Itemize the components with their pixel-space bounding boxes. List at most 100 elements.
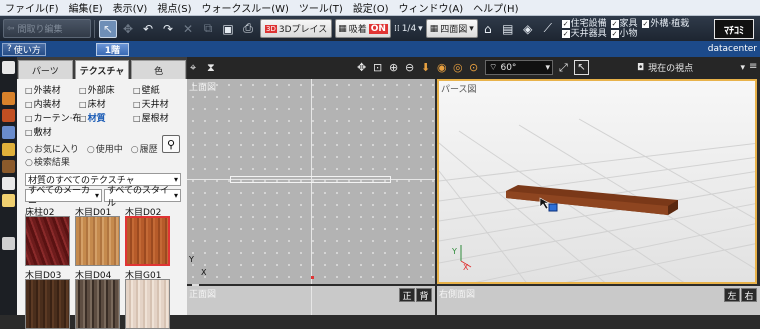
misc-category-icon[interactable]: [2, 194, 15, 207]
left-button[interactable]: 左: [724, 288, 740, 302]
category-item[interactable]: 敷材: [25, 125, 79, 138]
check-ceiling-fixtures[interactable]: 天井器具: [562, 29, 607, 39]
menu-window[interactable]: ウィンドウ(A): [394, 0, 469, 15]
tab-texture[interactable]: テクスチャ: [74, 60, 130, 79]
back-button[interactable]: 背: [416, 288, 432, 302]
texture-thumb[interactable]: 木目D04: [75, 268, 122, 329]
snap-toggle[interactable]: ▦ 吸着 ON: [335, 19, 391, 38]
category-item[interactable]: 壁紙: [133, 83, 187, 96]
furniture-category-icon[interactable]: [2, 126, 15, 139]
radio-favorites[interactable]: お気に入り: [25, 142, 79, 155]
view-layout-select[interactable]: ▦ 四面図 ▾: [425, 19, 478, 38]
menu-settings[interactable]: 設定(O): [348, 0, 394, 15]
radio-in-use[interactable]: 使用中: [87, 142, 123, 155]
check-exterior-plants[interactable]: 外構·植栽: [642, 19, 689, 29]
texture-category-icon[interactable]: [2, 109, 15, 122]
texture-thumb-image: [125, 279, 170, 329]
save-button[interactable]: ▣: [219, 20, 237, 38]
category-list: 外装材 外部床 壁紙 内装材 床材 天井材 カーテン·布 材質 屋根材 敷材: [17, 79, 187, 140]
menu-view[interactable]: 表示(V): [108, 0, 153, 15]
category-item[interactable]: 床材: [79, 97, 133, 110]
search-button[interactable]: ⚲: [162, 135, 180, 153]
menu-tools[interactable]: ツール(T): [294, 0, 348, 15]
render-button[interactable]: ▤: [499, 20, 517, 38]
floor-tab[interactable]: 1階: [95, 42, 130, 56]
menu-icon[interactable]: ≡: [749, 61, 757, 72]
look-icon[interactable]: ⊙: [469, 61, 478, 74]
category-item[interactable]: 屋根材: [133, 111, 187, 124]
material-category-icon[interactable]: [2, 160, 15, 173]
grid-size-select[interactable]: ⁞⁞ 1/4 ▾: [394, 24, 423, 34]
material-button[interactable]: ◈: [519, 20, 537, 38]
category-item-selected[interactable]: 材質: [79, 111, 133, 124]
tab-parts[interactable]: パーツ: [18, 60, 73, 79]
how-to-button[interactable]: ? 使い方: [2, 42, 46, 56]
print-button[interactable]: ⎙: [239, 20, 257, 38]
search-icon: ⚲: [166, 137, 176, 151]
right-button[interactable]: 右: [741, 288, 757, 302]
texture-thumb[interactable]: 床柱02: [25, 205, 72, 266]
menu-file[interactable]: ファイル(F): [0, 0, 64, 15]
category-item[interactable]: 外部床: [79, 83, 133, 96]
orbit-icon[interactable]: ◎: [453, 61, 463, 74]
collapse-panel-icon[interactable]: [2, 61, 15, 74]
front-view-viewport[interactable]: 正面図 正 背: [187, 286, 435, 315]
front-button[interactable]: 正: [399, 288, 415, 302]
pan-icon[interactable]: ✥: [357, 61, 366, 74]
texture-thumb-label: 木目D03: [25, 271, 62, 281]
floor-tab-row: ? 使い方 1階 datacenter: [0, 41, 760, 57]
texture-thumb[interactable]: 木目G01: [125, 268, 172, 329]
beam-outline[interactable]: [230, 176, 391, 183]
undo-button[interactable]: ↶: [139, 20, 157, 38]
photo-category-icon[interactable]: [2, 237, 15, 250]
category-item[interactable]: 外装材: [25, 83, 79, 96]
redo-button[interactable]: ↷: [159, 20, 177, 38]
measure-button[interactable]: ⟋: [539, 20, 557, 38]
tab-color[interactable]: 色: [131, 60, 187, 79]
undo-icon: ↶: [142, 21, 154, 36]
tool-category-icon[interactable]: [2, 177, 15, 190]
parts-category-icon[interactable]: [2, 92, 15, 105]
copy-button[interactable]: ⧉: [199, 20, 217, 38]
hourglass-icon[interactable]: ⧗: [207, 61, 215, 75]
delete-button[interactable]: ✕: [179, 20, 197, 38]
zoom-fit-icon[interactable]: ⊡: [373, 61, 382, 74]
rotate-icon[interactable]: ◉: [437, 61, 447, 74]
back-to-floorplan-button[interactable]: ⇦ 間取り編集: [3, 19, 91, 38]
category-item[interactable]: 内装材: [25, 97, 79, 110]
check-housing-equipment[interactable]: 住宅設備: [562, 19, 607, 29]
move-button[interactable]: ✥: [119, 20, 137, 38]
fullscreen-icon[interactable]: ⤢: [559, 61, 568, 75]
selection-handle[interactable]: [548, 203, 558, 212]
category-item[interactable]: カーテン·布: [25, 111, 82, 124]
menu-help[interactable]: ヘルプ(H): [468, 0, 523, 15]
viewport-toolbar: ⌖ ⧗ ✥ ⊡ ⊕ ⊖ ⬇ ◉ ◎ ⊙ ⌔ 60° ▾ ⤢ ↖ ◘ 現在の視点 …: [187, 57, 760, 79]
menu-walkthrough[interactable]: ウォークスルー(W): [197, 0, 294, 15]
check-furniture[interactable]: 家具: [611, 19, 638, 29]
top-view-viewport[interactable]: 上面図 Y X: [187, 79, 435, 284]
category-item[interactable]: 天井材: [133, 97, 187, 110]
texture-thumb[interactable]: 木目D03: [25, 268, 72, 329]
zoom-out-icon[interactable]: ⊖: [405, 61, 414, 74]
lighting-category-icon[interactable]: [2, 143, 15, 156]
right-view-viewport[interactable]: 右側面図 左 右: [437, 286, 760, 315]
walk-down-icon[interactable]: ⬇: [421, 61, 430, 74]
select-arrow-icon[interactable]: ↖: [574, 60, 589, 75]
perspective-viewport[interactable]: パース図 Y X: [437, 79, 757, 284]
texture-thumb-selected[interactable]: 木目D02: [125, 205, 172, 266]
radio-search-results[interactable]: 検索結果: [25, 155, 70, 168]
camera-icon[interactable]: ⌖: [190, 61, 196, 75]
house-view-button[interactable]: ⌂: [479, 20, 497, 38]
angle-select[interactable]: ⌔ 60° ▾: [485, 60, 553, 75]
style-select[interactable]: すべてのスタイル: [104, 186, 181, 209]
menu-viewpoint[interactable]: 視点(S): [152, 0, 196, 15]
3d-place-button[interactable]: 3D 3Dプレイス: [260, 19, 333, 38]
select-pointer-button[interactable]: ↖: [99, 19, 117, 38]
texture-thumb[interactable]: 木目D01: [75, 205, 122, 266]
maker-select[interactable]: すべてのメーカー: [25, 186, 102, 209]
check-small-items[interactable]: 小物: [611, 29, 638, 39]
radio-history[interactable]: 履歴: [131, 142, 158, 155]
zoom-in-icon[interactable]: ⊕: [389, 61, 398, 74]
menu-edit[interactable]: 編集(E): [64, 0, 108, 15]
viewpoint-select[interactable]: ◘ 現在の視点 ▾: [637, 60, 745, 75]
